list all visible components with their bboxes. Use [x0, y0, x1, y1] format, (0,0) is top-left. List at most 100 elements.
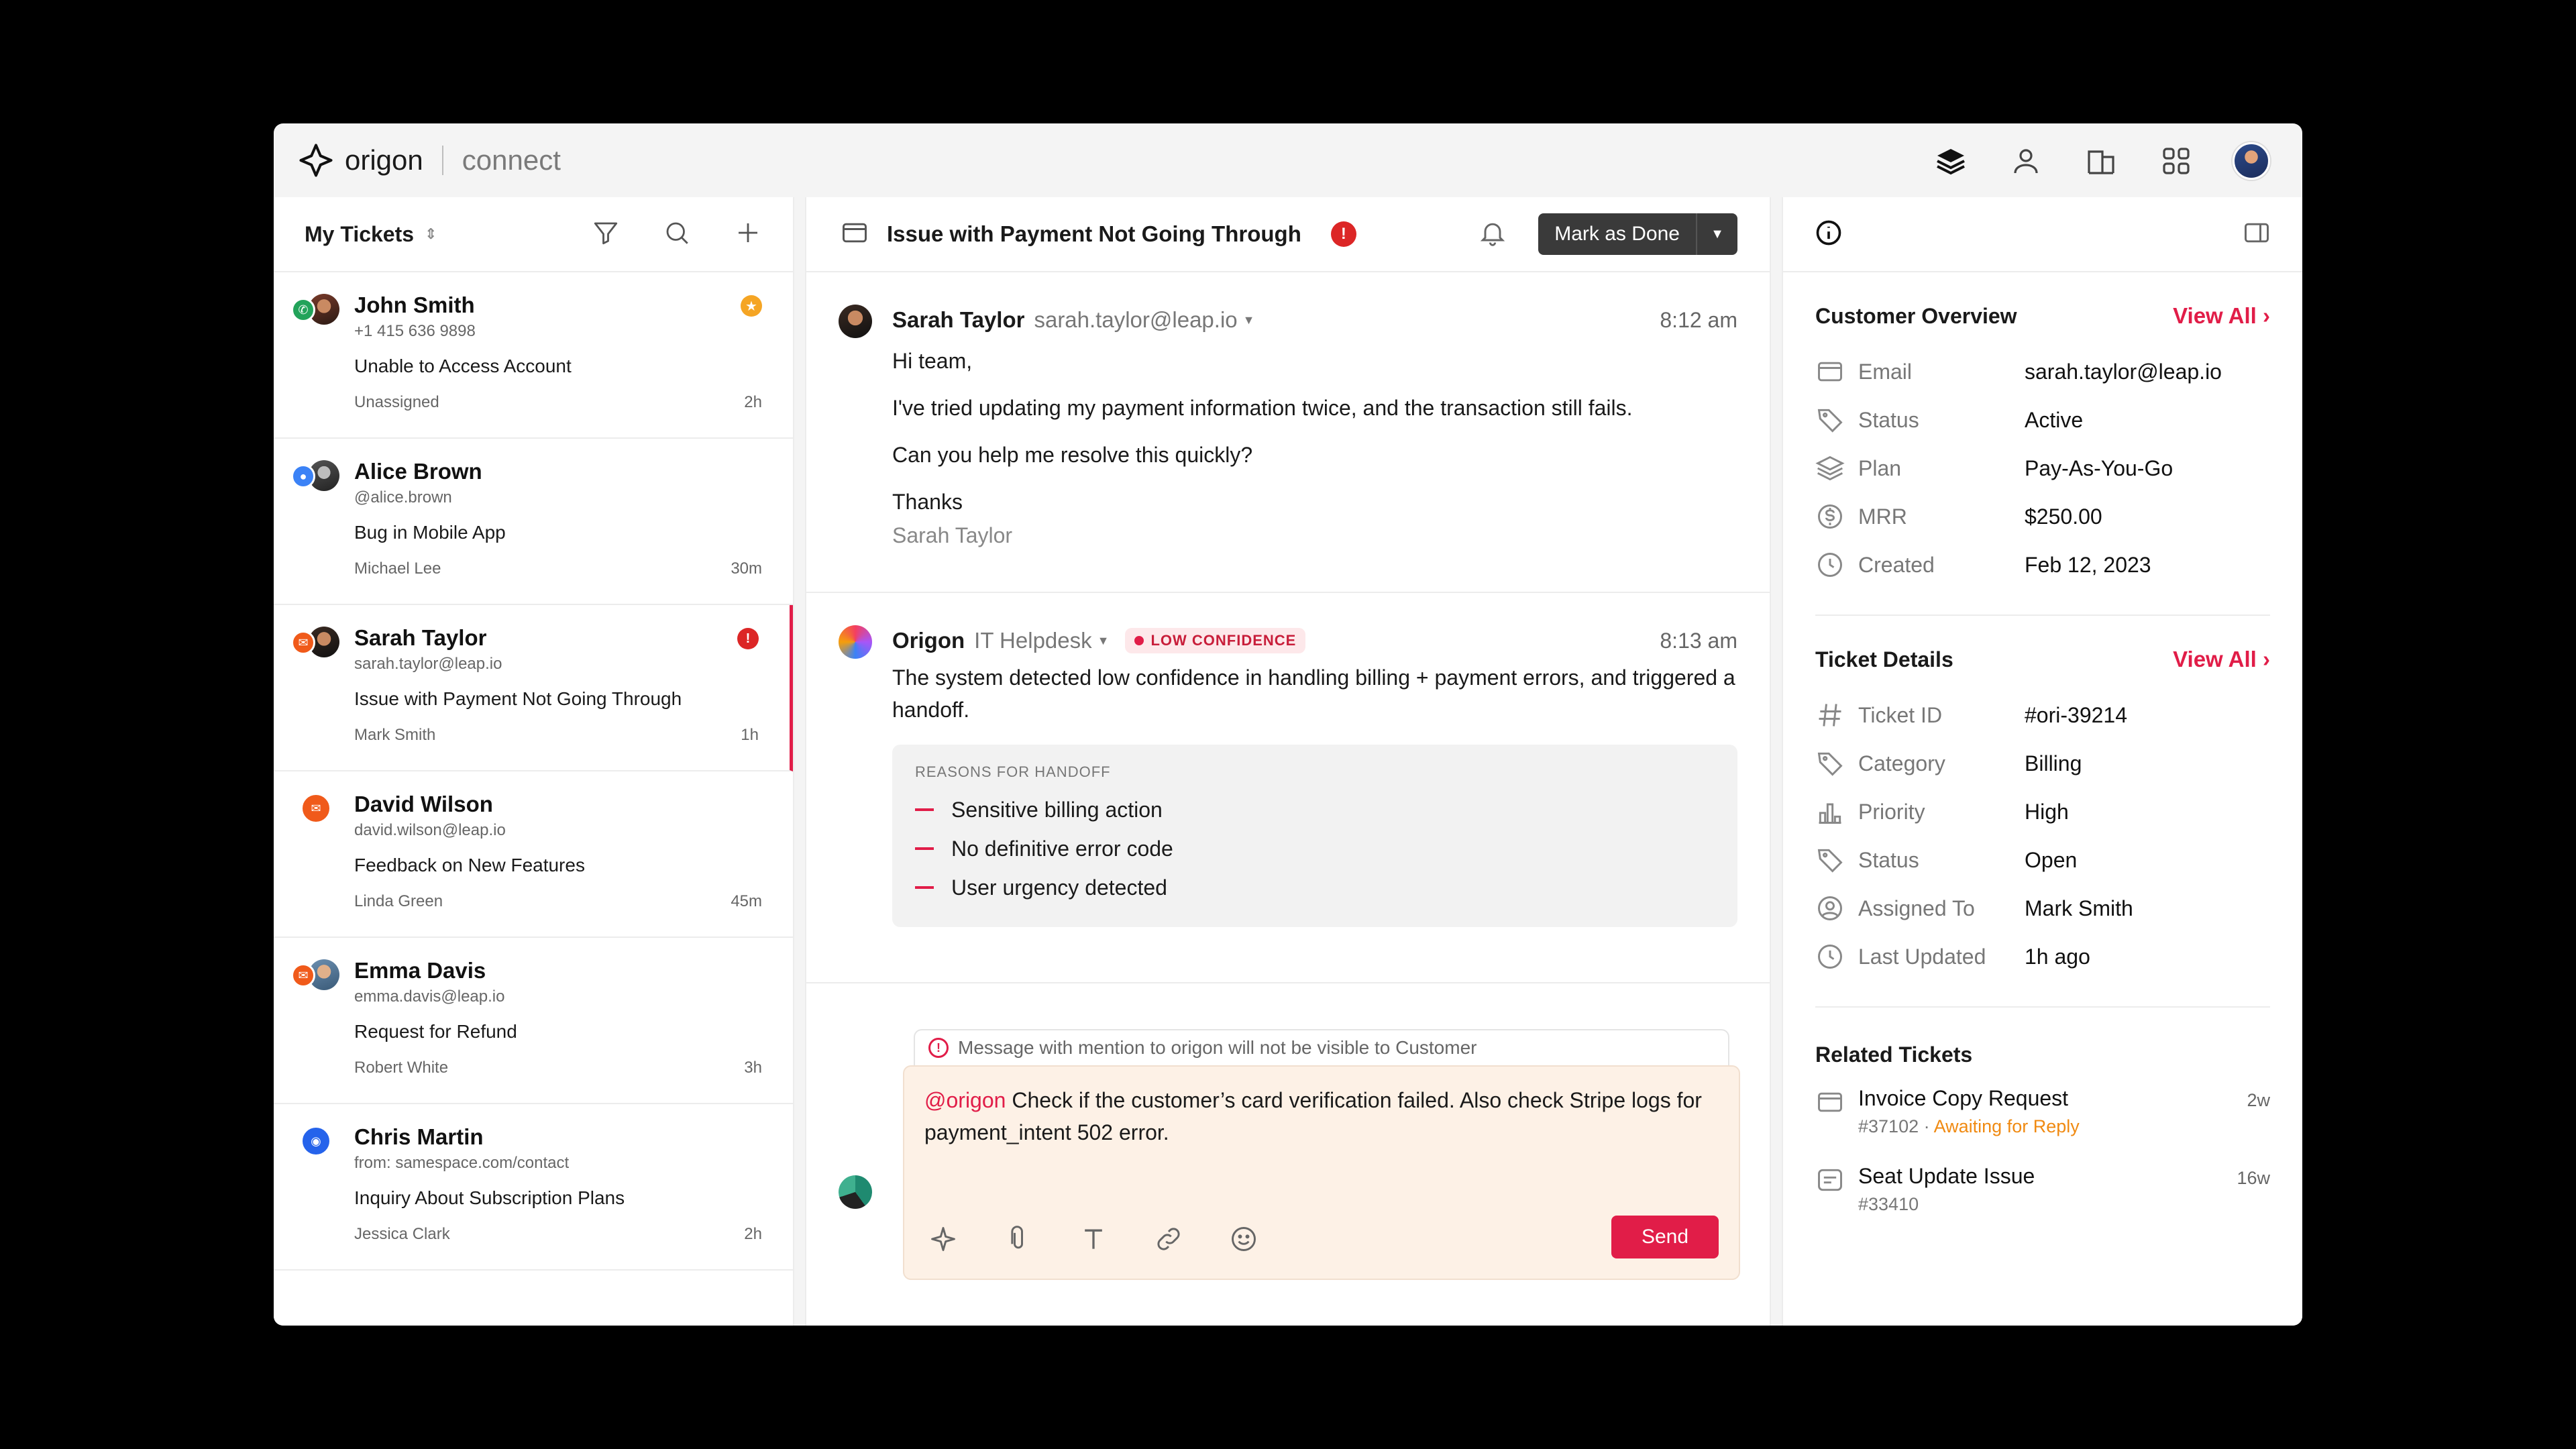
caret-down-icon[interactable]: ▼	[1243, 313, 1255, 327]
info-icon[interactable]	[1814, 218, 1843, 251]
app-window: origon connect My Tickets ⇕ ✆ John Smith…	[274, 123, 2302, 1326]
bell-icon[interactable]	[1478, 218, 1507, 251]
dash-icon	[915, 808, 934, 811]
companies-nav-icon[interactable]	[2082, 142, 2120, 180]
low-confidence-badge: LOW CONFIDENCE	[1125, 628, 1306, 653]
layers-icon	[1815, 453, 1845, 483]
contacts-nav-icon[interactable]	[2007, 142, 2045, 180]
mark-as-done-button[interactable]: Mark as Done ▼	[1538, 213, 1737, 255]
top-nav	[1932, 142, 2270, 180]
chat-icon	[1815, 1165, 1845, 1195]
sender-team[interactable]: IT Helpdesk	[974, 628, 1091, 653]
ticket-details-view-all[interactable]: View All ›	[2173, 647, 2270, 672]
message-line: Hi team,	[892, 349, 973, 373]
handoff-reason: No definitive error code	[915, 829, 1715, 868]
customer-overview-title: Customer Overview	[1815, 303, 2017, 328]
user-avatar[interactable]	[2233, 142, 2270, 180]
handoff-reasons: REASONS FOR HANDOFF Sensitive billing ac…	[892, 745, 1737, 927]
mail-icon	[840, 218, 869, 251]
row-label: Status	[1858, 847, 1919, 872]
add-icon[interactable]	[734, 219, 762, 250]
top-bar: origon connect	[274, 123, 2302, 197]
details-row: Ticket ID #ori-39214	[1815, 691, 2270, 739]
row-label: Status	[1858, 407, 1919, 432]
conversation-actions: Mark as Done ▼	[1478, 213, 1737, 255]
emoji-icon[interactable]	[1229, 1224, 1258, 1263]
apps-grid-icon[interactable]	[2157, 142, 2195, 180]
ticket-details-section: Ticket Details View All › Ticket ID #ori-…	[1815, 614, 2270, 1006]
text-format-icon[interactable]	[1079, 1224, 1108, 1263]
origon-logo-icon	[298, 142, 334, 178]
layers-nav-icon[interactable]	[1932, 142, 1970, 180]
filter-icon[interactable]	[592, 219, 620, 250]
overview-row: Plan Pay-As-You-Go	[1815, 444, 2270, 492]
conversation-panel: Issue with Payment Not Going Through ! M…	[805, 197, 1771, 1326]
brand-divider	[441, 146, 443, 175]
ticket-meta: Robert White 3h	[354, 1059, 762, 1077]
row-value: Active	[2025, 407, 2084, 432]
handoff-reason: Sensitive billing action	[915, 790, 1715, 829]
mail-icon	[1815, 357, 1845, 386]
ticket-avatar: ✉	[291, 627, 342, 659]
row-label: MRR	[1858, 504, 1907, 529]
ticket-contact-sub: @alice.brown	[354, 488, 452, 506]
ticket-item[interactable]: ◉ Chris Martin from: samespace.com/conta…	[274, 1104, 793, 1271]
details-row: Priority High	[1815, 788, 2270, 836]
ticket-subject: Request for Refund	[354, 1021, 517, 1042]
ticket-item[interactable]: ✆ John Smith +1 415 636 9898 Unable to A…	[274, 272, 793, 439]
chevron-down-icon[interactable]: ▼	[1696, 213, 1737, 255]
mention-notice-text: Message with mention to origon will not …	[958, 1037, 1477, 1058]
ticket-item[interactable]: ✉ David Wilson david.wilson@leap.io Feed…	[274, 771, 793, 938]
clock-icon	[1815, 550, 1845, 580]
conversation-title: Issue with Payment Not Going Through	[887, 221, 1301, 246]
row-value: sarah.taylor@leap.io	[2025, 359, 2222, 384]
email-channel-icon: ✉	[291, 631, 315, 655]
ticket-item-selected[interactable]: ✉ Sarah Taylor sarah.taylor@leap.io Issu…	[274, 605, 793, 771]
bot-message-text: The system detected low confidence in ha…	[892, 665, 1735, 722]
handoff-reason: User urgency detected	[915, 868, 1715, 907]
reason-text: User urgency detected	[951, 875, 1167, 900]
ticket-avatar: ✉	[291, 959, 342, 991]
ticket-assignee: Mark Smith	[354, 726, 436, 744]
row-value: Pay-As-You-Go	[2025, 455, 2174, 480]
overview-row: Created Feb 12, 2023	[1815, 541, 2270, 589]
sort-toggle-icon: ⇕	[425, 225, 437, 242]
ticket-age: 30m	[731, 559, 762, 578]
ticket-item[interactable]: ● Alice Brown @alice.brown Bug in Mobile…	[274, 439, 793, 605]
mention-tag[interactable]: @origon	[924, 1088, 1006, 1112]
ticket-assignee: Linda Green	[354, 892, 443, 910]
ticket-avatar: ●	[291, 460, 342, 492]
related-tickets-section: Related Tickets Invoice Copy Request #37…	[1815, 1006, 2270, 1215]
sidebar-toggle-icon[interactable]	[2242, 218, 2271, 251]
customer-overview-view-all[interactable]: View All ›	[2173, 303, 2270, 329]
editor-text: Check if the customer’s card verificatio…	[924, 1088, 1702, 1144]
related-ticket-status: Awaiting for Reply	[1933, 1116, 2080, 1136]
ticket-list-title[interactable]: My Tickets ⇕	[305, 222, 437, 247]
alert-icon: !	[737, 628, 759, 649]
overview-row: MRR $250.00	[1815, 492, 2270, 541]
attachment-icon[interactable]	[1004, 1224, 1033, 1263]
row-label: Created	[1858, 552, 1935, 577]
row-label: Assigned To	[1858, 896, 1975, 920]
brand[interactable]: origon connect	[298, 142, 561, 178]
message-editor[interactable]: @origon Check if the customer’s card ver…	[903, 1065, 1740, 1280]
ticket-assignee: Robert White	[354, 1059, 449, 1077]
link-icon[interactable]	[1154, 1224, 1183, 1263]
sender-email[interactable]: sarah.taylor@leap.io	[1034, 307, 1237, 333]
related-ticket[interactable]: Seat Update Issue #33410 16w	[1815, 1164, 2270, 1215]
ticket-age: 45m	[731, 892, 762, 910]
related-ticket-sub: #37102 · Awaiting for Reply	[1858, 1116, 2080, 1136]
ticket-meta: Mark Smith 1h	[354, 726, 759, 745]
ticket-contact-name: John Smith	[354, 292, 475, 317]
related-ticket-title: Invoice Copy Request	[1858, 1086, 2069, 1110]
agent-avatar	[839, 1175, 872, 1209]
tag-icon	[1815, 845, 1845, 875]
ticket-item[interactable]: ✉ Emma Davis emma.davis@leap.io Request …	[274, 938, 793, 1104]
sparkle-icon[interactable]	[928, 1224, 958, 1263]
caret-down-icon[interactable]: ▼	[1097, 634, 1110, 648]
send-button[interactable]: Send	[1611, 1216, 1719, 1258]
tag-icon	[1815, 405, 1845, 435]
search-icon[interactable]	[663, 219, 691, 250]
related-ticket[interactable]: Invoice Copy Request #37102 · Awaiting f…	[1815, 1086, 2270, 1137]
ticket-age: 2h	[744, 1225, 762, 1243]
